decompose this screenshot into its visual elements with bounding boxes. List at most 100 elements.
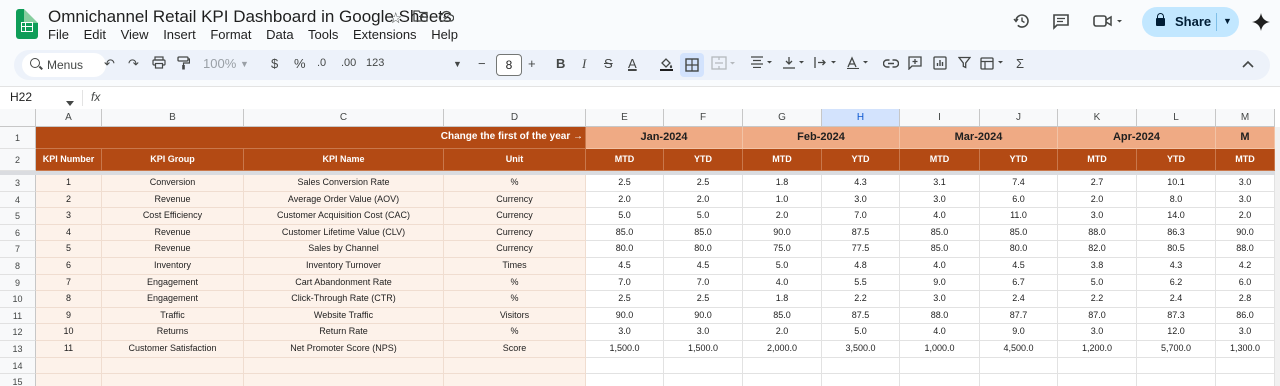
table-cell[interactable]: Currency xyxy=(444,191,586,209)
table-cell[interactable]: 3,500.0 xyxy=(822,341,900,358)
table-cell[interactable]: Engagement xyxy=(102,274,244,292)
table-cell[interactable]: 87.5 xyxy=(822,224,900,242)
table-cell[interactable]: Currency xyxy=(444,208,586,225)
row-header-14[interactable]: 14 xyxy=(0,357,36,375)
table-cell[interactable]: % xyxy=(444,274,586,292)
table-cell[interactable]: Visitors xyxy=(444,307,586,325)
table-cell[interactable]: 86.0 xyxy=(1216,307,1275,325)
name-box[interactable]: H22 xyxy=(10,90,32,104)
column-header-a[interactable]: A xyxy=(36,109,102,127)
table-cell[interactable]: 5.0 xyxy=(822,324,900,341)
column-header-h[interactable]: H xyxy=(822,109,900,127)
table-cell[interactable]: 1,300.0 xyxy=(1216,341,1275,358)
table-cell[interactable]: Cart Abandonment Rate xyxy=(244,274,444,292)
table-cell[interactable]: 2.2 xyxy=(1058,291,1137,308)
gemini-icon[interactable] xyxy=(1252,13,1270,36)
menu-data[interactable]: Data xyxy=(266,27,293,42)
currency-format-button[interactable]: $ xyxy=(271,56,278,71)
percent-format-button[interactable]: % xyxy=(294,56,306,71)
empty-cell[interactable] xyxy=(980,357,1058,375)
menu-edit[interactable]: Edit xyxy=(84,27,106,42)
table-cell[interactable]: Cost Efficiency xyxy=(102,208,244,225)
table-cell[interactable]: 2.5 xyxy=(664,291,743,308)
table-cell[interactable]: 90.0 xyxy=(586,307,664,325)
table-cell[interactable]: 2.0 xyxy=(664,191,743,209)
table-cell[interactable]: 77.5 xyxy=(822,241,900,258)
table-cell[interactable]: 1.8 xyxy=(743,291,822,308)
table-cell[interactable]: 2 xyxy=(36,191,102,209)
row-header-7[interactable]: 7 xyxy=(0,241,36,258)
period-header[interactable]: MTD xyxy=(1216,149,1275,171)
table-cell[interactable]: 87.7 xyxy=(980,307,1058,325)
menu-view[interactable]: View xyxy=(121,27,149,42)
table-cell[interactable]: 4.8 xyxy=(822,258,900,275)
row-header-6[interactable]: 6 xyxy=(0,224,36,242)
table-cell[interactable]: 7.0 xyxy=(664,274,743,292)
period-header[interactable]: YTD xyxy=(664,149,743,171)
table-cell[interactable]: 80.0 xyxy=(586,241,664,258)
row-header-5[interactable]: 5 xyxy=(0,208,36,225)
table-cell[interactable]: 4.3 xyxy=(1137,258,1216,275)
empty-cell[interactable] xyxy=(36,374,102,386)
decrease-font-size-button[interactable]: − xyxy=(478,56,486,71)
table-cell[interactable]: 6.0 xyxy=(1216,274,1275,292)
column-title[interactable]: KPI Name xyxy=(244,149,444,171)
insert-comment-icon[interactable] xyxy=(908,56,922,73)
meet-icon[interactable] xyxy=(1093,14,1123,33)
column-header-i[interactable]: I xyxy=(900,109,980,127)
table-cell[interactable]: 6.2 xyxy=(1137,274,1216,292)
print-icon[interactable] xyxy=(152,56,166,72)
insert-link-icon[interactable] xyxy=(882,56,900,71)
table-cell[interactable]: Inventory Turnover xyxy=(244,258,444,275)
row-header-3[interactable]: 3 xyxy=(0,175,36,192)
text-rotation-icon[interactable] xyxy=(846,56,870,72)
table-cell[interactable]: Times xyxy=(444,258,586,275)
table-cell[interactable]: 80.0 xyxy=(664,241,743,258)
table-cell[interactable]: 7.0 xyxy=(586,274,664,292)
table-cell[interactable]: 1,500.0 xyxy=(664,341,743,358)
table-cell[interactable]: Click-Through Rate (CTR) xyxy=(244,291,444,308)
month-header[interactable]: Feb-2024 xyxy=(743,127,900,149)
column-header-k[interactable]: K xyxy=(1058,109,1137,127)
table-cell[interactable]: 7 xyxy=(36,274,102,292)
table-cell[interactable]: Revenue xyxy=(102,241,244,258)
empty-cell[interactable] xyxy=(900,374,980,386)
table-cell[interactable]: 9.0 xyxy=(980,324,1058,341)
menu-tools[interactable]: Tools xyxy=(308,27,338,42)
table-cell[interactable]: 3.0 xyxy=(900,291,980,308)
empty-cell[interactable] xyxy=(822,357,900,375)
table-cell[interactable]: 85.0 xyxy=(900,224,980,242)
empty-cell[interactable] xyxy=(664,374,743,386)
empty-cell[interactable] xyxy=(102,374,244,386)
period-header[interactable]: MTD xyxy=(743,149,822,171)
table-cell[interactable]: 11.0 xyxy=(980,208,1058,225)
table-cell[interactable]: 4.2 xyxy=(1216,258,1275,275)
table-cell[interactable]: 2,000.0 xyxy=(743,341,822,358)
collapse-toolbar-icon[interactable] xyxy=(1242,56,1254,71)
table-cell[interactable]: 2.0 xyxy=(743,208,822,225)
table-cell[interactable]: 2.0 xyxy=(1216,208,1275,225)
table-cell[interactable]: Customer Satisfaction xyxy=(102,341,244,358)
empty-cell[interactable] xyxy=(743,357,822,375)
table-cell[interactable]: 5.0 xyxy=(586,208,664,225)
filter-icon[interactable] xyxy=(957,56,972,72)
table-cell[interactable]: Currency xyxy=(444,224,586,242)
font-dropdown-icon[interactable]: ▼ xyxy=(453,59,462,69)
menus-search[interactable]: Menus xyxy=(22,53,106,77)
table-cell[interactable]: 1.0 xyxy=(743,191,822,209)
table-cell[interactable]: Net Promoter Score (NPS) xyxy=(244,341,444,358)
table-cell[interactable]: 82.0 xyxy=(1058,241,1137,258)
table-cell[interactable]: 80.0 xyxy=(980,241,1058,258)
share-button[interactable]: Share ▼ xyxy=(1142,7,1239,37)
empty-cell[interactable] xyxy=(244,357,444,375)
empty-cell[interactable] xyxy=(900,357,980,375)
table-cell[interactable]: 88.0 xyxy=(900,307,980,325)
table-cell[interactable]: 90.0 xyxy=(1216,224,1275,242)
table-cell[interactable]: 86.3 xyxy=(1137,224,1216,242)
table-cell[interactable]: 1,200.0 xyxy=(1058,341,1137,358)
table-cell[interactable]: 1.8 xyxy=(743,175,822,192)
column-header-f[interactable]: F xyxy=(664,109,743,127)
table-cell[interactable]: 5,700.0 xyxy=(1137,341,1216,358)
table-cell[interactable]: 85.0 xyxy=(586,224,664,242)
table-cell[interactable]: 4.5 xyxy=(664,258,743,275)
